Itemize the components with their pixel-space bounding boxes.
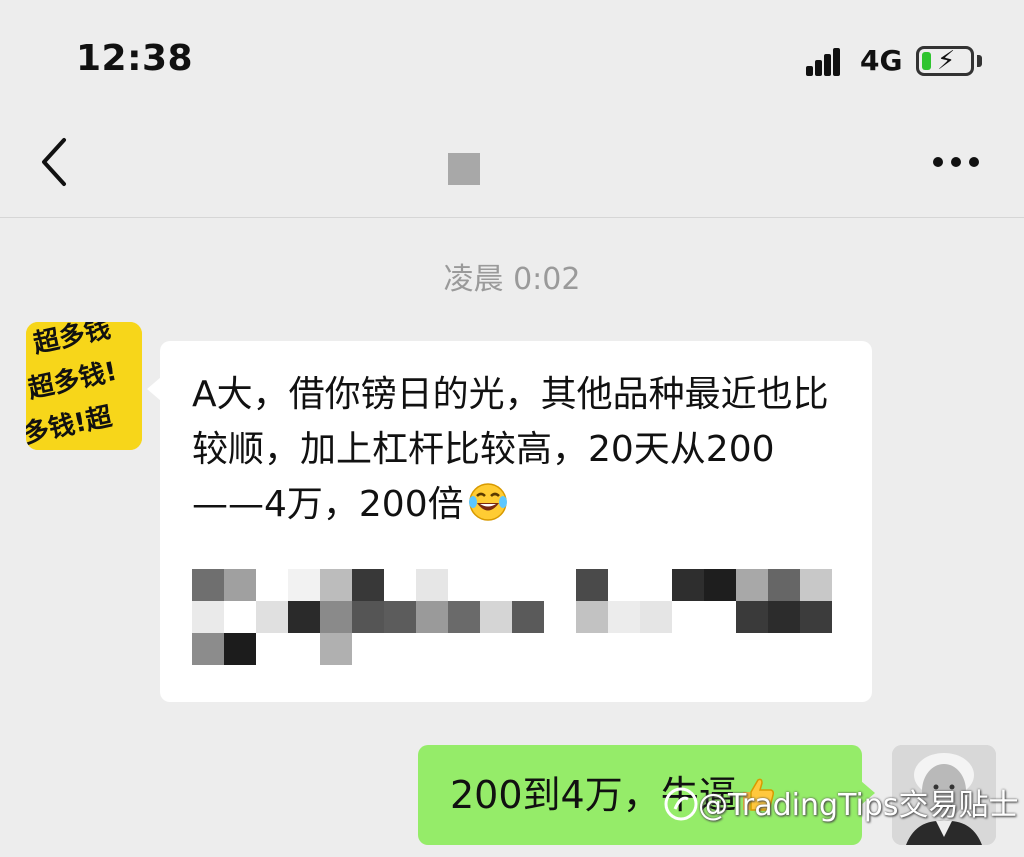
message-timestamp: 凌晨 0:02 [443,262,581,297]
avatar-yellow-icon[interactable]: 超多钱 超多钱! 多钱!超 [26,322,142,450]
chevron-left-icon [42,138,66,186]
watermark: @TradingTips交易贴士 [664,780,1018,824]
status-time: 12:38 [76,38,194,79]
chat-header [0,120,1024,218]
back-button[interactable] [36,134,76,190]
signal-bars-icon [806,46,850,76]
battery-level [922,52,931,70]
more-dots-icon [933,157,979,167]
redacted-mosaic [192,569,842,669]
laughing-tears-icon [468,482,508,522]
battery-tip [977,55,982,67]
charging-bolt-icon: ⚡ [937,46,956,76]
battery-icon: ⚡ [916,46,974,76]
chat-title-redacted [448,153,480,185]
incoming-message-content: A大，借你镑日的光，其他品种最近也比较顺，加上杠杆比较高，20天从200——4万… [192,374,829,525]
incoming-message-text: A大，借你镑日的光，其他品种最近也比较顺，加上杠杆比较高，20天从200——4万… [192,367,842,532]
incoming-message-bubble[interactable]: A大，借你镑日的光，其他品种最近也比较顺，加上杠杆比较高，20天从200——4万… [147,341,872,702]
watermark-text: @TradingTips交易贴士 [698,788,1019,823]
network-type: 4G [860,44,903,77]
status-bar: 12:38 4G ⚡ [0,0,1024,120]
weibo-logo-icon [664,787,698,821]
more-button[interactable] [928,140,984,184]
